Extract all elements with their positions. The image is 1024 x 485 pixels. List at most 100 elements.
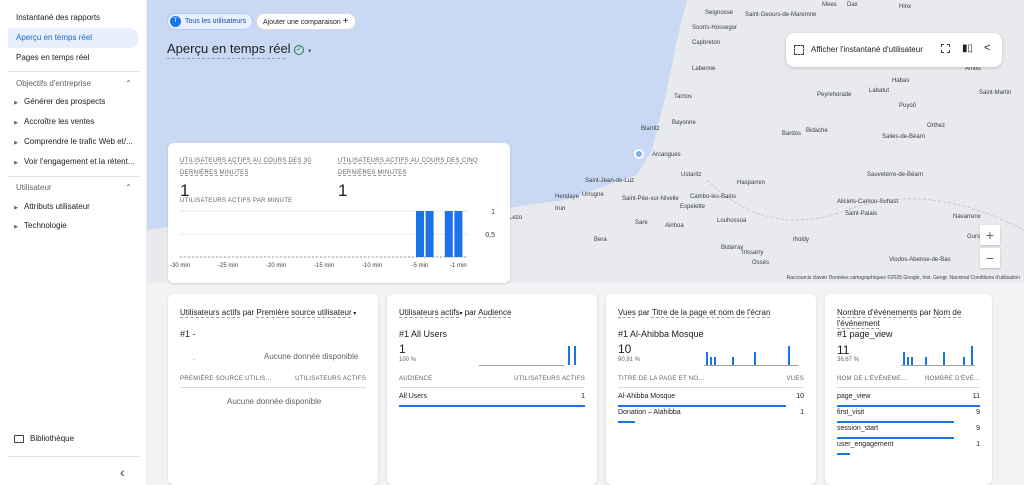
title-joiner: par (917, 308, 934, 317)
sidebar-item-technology[interactable]: ▶ Technologie (8, 217, 141, 235)
sidebar: Instantané des rapports Aperçu en temps … (0, 0, 147, 485)
metric-selector[interactable]: Vues (618, 308, 636, 317)
map-place-label: Sauveterre-de-Béarn (867, 172, 924, 178)
sidebar-divider (8, 176, 139, 177)
table-divider (618, 387, 804, 388)
table-row-label[interactable]: user_engagement (837, 441, 893, 448)
map-place-label: Bera (594, 237, 607, 243)
dimension-selector[interactable]: Audience (478, 308, 511, 317)
top-item: #1 page_view (837, 329, 893, 339)
table-row-label[interactable]: session_start (837, 425, 878, 432)
title-joiner: par (462, 308, 479, 317)
sparkline-bar (732, 357, 734, 365)
chevron-up-icon[interactable]: ⌃ (125, 77, 132, 91)
sparkline-baseline (901, 365, 975, 366)
map-place-label: Biarritz (641, 126, 660, 132)
x-tick-label: -25 min (218, 263, 238, 269)
row-proportion-bar (837, 421, 954, 423)
top-item-value: 1 (399, 342, 406, 356)
y-tick-label: 0,5 (485, 232, 495, 239)
chevron-up-icon[interactable]: ⌃ (125, 181, 132, 195)
dimension-selector[interactable]: Titre de la page et nom de l'écran (652, 308, 771, 317)
add-comparison-button[interactable]: Ajouter une comparaison + (256, 13, 356, 30)
metric-selector[interactable]: Utilisateurs actifs (180, 308, 240, 317)
x-tick-label: -20 min (266, 263, 286, 269)
top-item-percent: 100 % (399, 357, 417, 363)
map-place-label: Hinx (899, 4, 912, 10)
zoom-in-button[interactable]: + (980, 225, 1000, 245)
top-item: #1 Al-Ahibba Mosque (618, 329, 704, 339)
row-proportion-bar (837, 437, 954, 439)
compare-columns-icon[interactable]: ▮▯ (962, 43, 973, 54)
row-proportion-bar (837, 405, 980, 407)
sidebar-item-realtime-overview[interactable]: Aperçu en temps réel (8, 28, 139, 48)
table-row-value: 1 (800, 409, 804, 416)
sidebar-item-snapshot[interactable]: Instantané des rapports (8, 8, 139, 28)
section-business-objectives[interactable]: Objectifs d'entreprise ⌃ (16, 77, 134, 91)
top-item: #1 All Users (399, 329, 448, 339)
dropdown-icon[interactable]: ▾ (352, 311, 356, 317)
sidebar-item-engagement[interactable]: ▶ Voir l'engagement et la rétent... (8, 153, 141, 171)
top-item: #1 - (180, 329, 196, 339)
page-title: Aperçu en temps réel ✓ ▾ (167, 41, 311, 56)
caret-right-icon: ▶ (14, 224, 18, 230)
map-place-label: Navarrenx (953, 214, 981, 220)
map-place-label: Bardos (782, 131, 802, 137)
sidebar-item-leads[interactable]: ▶ Générer des prospects (8, 93, 141, 111)
map-place-label: Peyrehorade (817, 92, 852, 98)
chart-bar (425, 211, 434, 257)
sidebar-item-traffic[interactable]: ▶ Comprendre le trafic Web et/... (8, 133, 141, 151)
table-row-label[interactable]: Al-Ahibba Mosque (618, 393, 675, 400)
map-place-label: Sare (635, 220, 648, 226)
map-place-label: Lezo (509, 215, 523, 221)
map-place-label: Iholdy (793, 237, 810, 243)
sidebar-item-label: Voir l'engagement et la rétent... (24, 157, 135, 166)
user-snapshot-button[interactable]: Afficher l'instantané d'utilisateur (811, 45, 923, 54)
collapse-sidebar-icon[interactable]: ‹ (120, 464, 125, 480)
fullscreen-icon[interactable] (941, 44, 950, 53)
dimension-selector[interactable]: Première source utilisateur (256, 308, 351, 317)
placeholder-dash: - (193, 357, 196, 364)
table-row-label[interactable]: Donation – Alahibba (618, 409, 681, 416)
table-row-label[interactable]: first_visit (837, 409, 864, 416)
sparkline-bar (574, 346, 576, 365)
folder-icon (14, 434, 24, 443)
table-row-value: 11 (972, 393, 980, 400)
sidebar-item-user-attributes[interactable]: ▶ Attributs utilisateur (8, 198, 141, 216)
y-tick-label: 1 (491, 209, 495, 216)
chart-bar (416, 211, 424, 257)
map-place-label: Irun (555, 206, 566, 212)
map-place-label: Capbreton (692, 40, 721, 46)
metric-selector[interactable]: Utilisateurs actifs (399, 308, 459, 317)
segment-avatar: T (170, 15, 181, 27)
map-place-label: Ossès (752, 260, 770, 266)
section-user[interactable]: Utilisateur ⌃ (16, 181, 134, 195)
library-link[interactable]: Bibliothèque (14, 430, 147, 448)
page-title-text: Aperçu en temps réel (167, 41, 291, 56)
location-dot[interactable] (634, 149, 644, 159)
no-data-message: Aucune donnée disponible (227, 397, 322, 406)
all-users-chip[interactable]: T Tous les utilisateurs (167, 13, 254, 30)
share-icon[interactable]: < (984, 42, 990, 54)
row-proportion-bar (837, 453, 850, 455)
map-place-label: Espelette (680, 204, 706, 210)
map-place-label: Viodos-Abense-de-Bas (889, 257, 951, 263)
chip-label: Tous les utilisateurs (185, 18, 247, 25)
col-header-dimension: AUDIENCE (399, 376, 433, 382)
sidebar-item-label: Comprendre le trafic Web et/... (24, 137, 133, 146)
map-toolbar: Afficher l'instantané d'utilisateur ▮▯ < (786, 33, 1002, 67)
zoom-out-button[interactable]: − (980, 248, 1000, 268)
map-place-label: Urrugne (582, 192, 604, 198)
table-divider (837, 387, 980, 388)
map-place-label: Salies-de-Béarn (882, 134, 926, 140)
dropdown-icon[interactable]: ▾ (308, 48, 312, 55)
sidebar-item-realtime-pages[interactable]: Pages en temps réel (8, 48, 139, 68)
map-place-label: Puyoô (899, 103, 917, 109)
table-row-label[interactable]: page_view (837, 393, 870, 400)
metric-selector[interactable]: Nombre d'événements (837, 308, 917, 317)
map-place-label: Seignosse (705, 10, 734, 16)
top-item-percent: 36,67 % (837, 357, 860, 363)
map-place-label: Saint-Geours-de-Maremne (745, 12, 817, 18)
sidebar-item-sales[interactable]: ▶ Accroître les ventes (8, 113, 141, 131)
table-row-label[interactable]: All Users (399, 393, 427, 400)
